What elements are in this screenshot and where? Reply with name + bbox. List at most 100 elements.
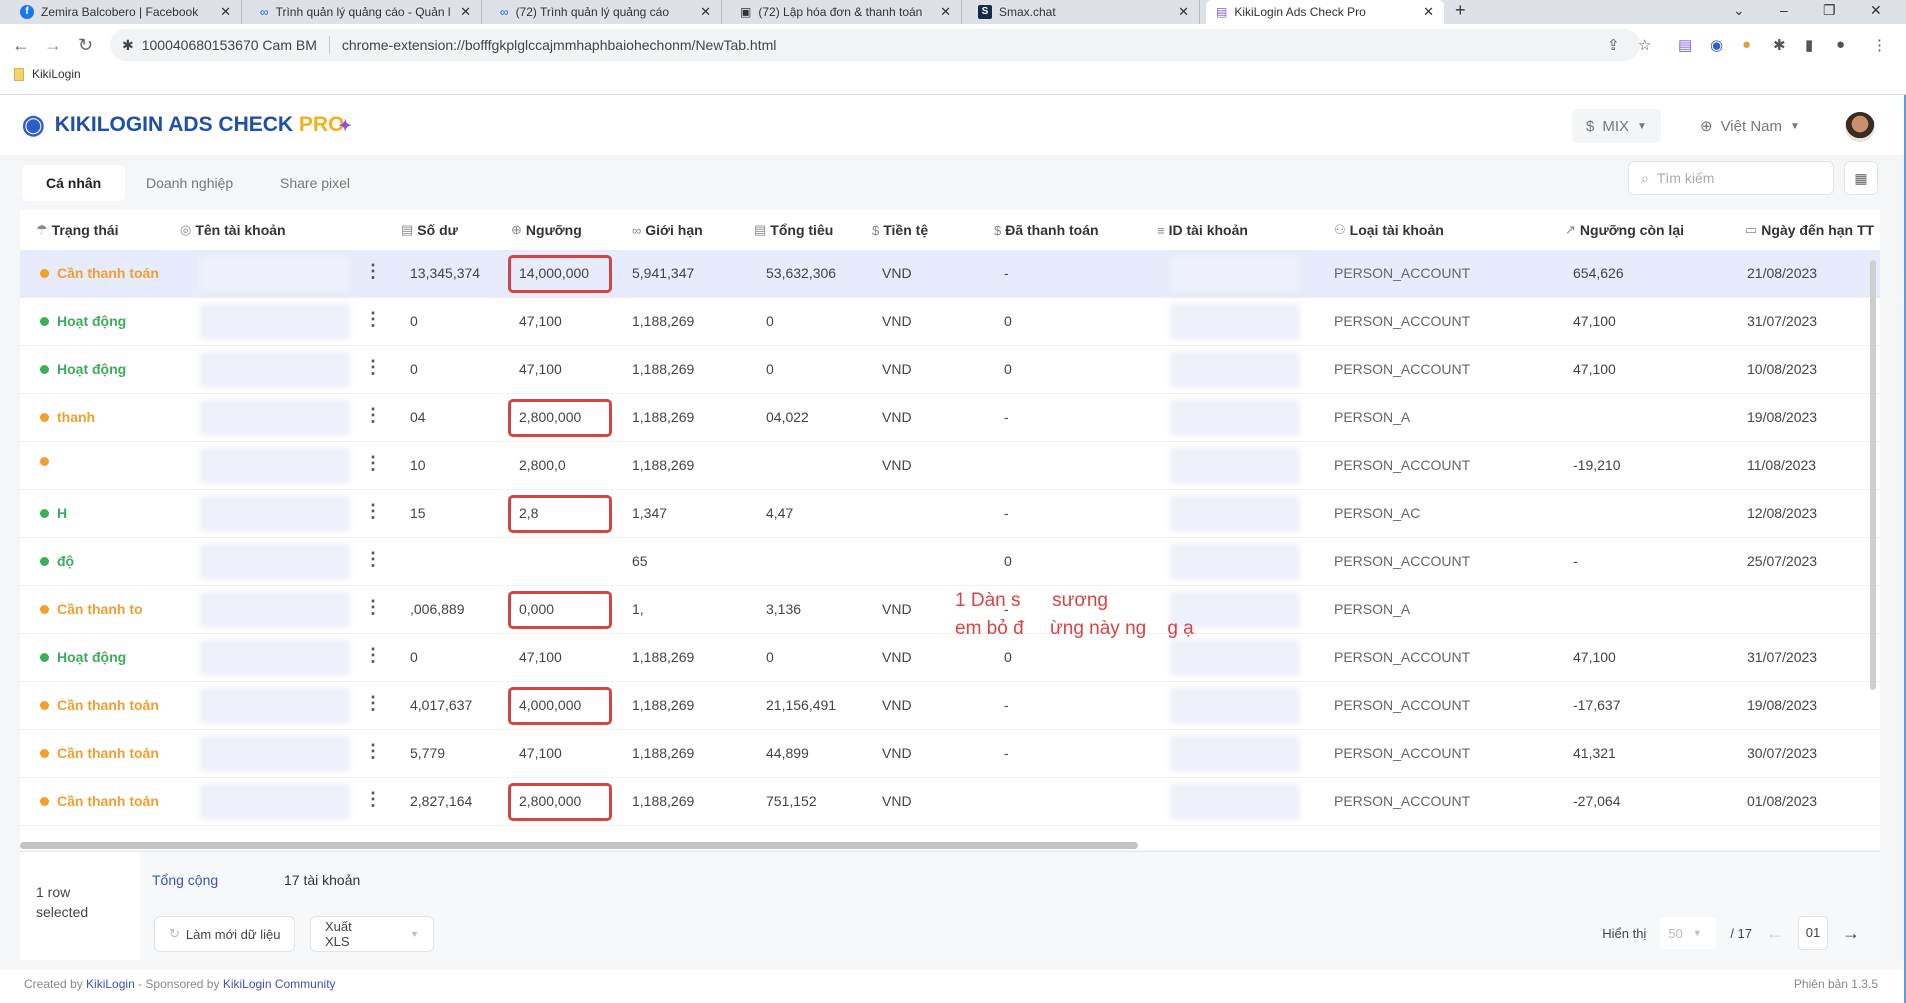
row-menu-icon[interactable]: ⋮ [364,597,382,618]
browser-tab-ads-manager-2[interactable]: ∞ (72) Trình quản lý quảng cáo ✕ [490,0,722,24]
cell-currency: VND [882,265,912,281]
kikilogin-community-link[interactable]: KikiLogin Community [223,977,336,991]
status-badge: độ [40,553,74,569]
next-page-icon[interactable]: → [1842,923,1860,944]
row-menu-icon[interactable]: ⋮ [364,261,382,282]
col-remaining[interactable]: ↗ Ngưỡng còn lại [1565,222,1684,238]
horizontal-scrollbar[interactable] [20,842,1138,849]
row-menu-icon[interactable]: ⋮ [364,453,382,474]
app-logo[interactable]: ◉ KIKILOGIN ADS CHECK PRO✦ [22,109,352,140]
share-icon[interactable]: ⇪ [1607,36,1620,54]
browser-tab-smax[interactable]: S Smax.chat ✕ [968,0,1200,24]
table-row[interactable]: Hoạt động ⋮ 0 47,100 1,188,269 0 VND 0 PERSON_A… [20,634,1880,682]
bunny-extension-icon[interactable]: ◉ [1710,36,1723,54]
forward-icon[interactable]: → [44,35,62,56]
tab-doanh-nghiep[interactable]: Doanh nghiệp [122,165,257,201]
avatar[interactable] [1845,112,1875,142]
tab-share-pixel[interactable]: Share pixel [256,165,374,201]
back-icon[interactable]: ← [12,35,30,56]
col-spent[interactable]: ▤ Tổng tiêu [754,222,833,238]
vertical-scrollbar[interactable] [1870,260,1876,690]
close-tab-icon[interactable]: ✕ [940,4,951,20]
mix-dropdown[interactable]: $ MIX ▼ [1572,109,1661,143]
table-row[interactable]: thanh ⋮ 04 2,800,000 1,188,269 04,022 VND - PER… [20,394,1880,442]
restore-button[interactable]: ❐ [1823,2,1836,19]
trend-icon: ↗ [1565,222,1576,237]
bookmark-kikilogin[interactable]: KikiLogin [14,67,81,81]
language-dropdown[interactable]: ⊕ Việt Nam ▼ [1700,109,1800,143]
close-tab-icon[interactable]: ✕ [460,4,471,20]
table-row[interactable]: Hoạt động ⋮ 0 47,100 1,188,269 0 VND 0 PERSON_A… [20,346,1880,394]
row-menu-icon[interactable]: ⋮ [364,645,382,666]
cell-spent: 751,152 [766,793,817,809]
cookie-extension-icon[interactable]: ● [1742,36,1751,53]
col-threshold[interactable]: ⊕ Ngưỡng [511,222,582,238]
menu-icon[interactable]: ⋮ [1872,36,1887,54]
row-menu-icon[interactable]: ⋮ [364,357,382,378]
table-row[interactable]: Cần thanh toán ⋮ 13,345,374 14,000,000 5,94… [20,250,1880,298]
close-tab-icon[interactable]: ✕ [1423,4,1434,20]
bookmark-star-icon[interactable]: ☆ [1638,36,1651,54]
col-paid[interactable]: $ Đã thanh toán [994,222,1099,238]
row-menu-icon[interactable]: ⋮ [364,741,382,762]
col-name[interactable]: ◎ Tên tài khoản [180,222,286,238]
browser-tab-facebook[interactable]: f Zemira Balcobero | Facebook ✕ [10,0,242,24]
row-menu-icon[interactable]: ⋮ [364,693,382,714]
export-xls-button[interactable]: Xuất XLS ▼ [310,916,434,952]
browser-tab-ads-manager[interactable]: ∞ Trình quản lý quảng cáo - Quản l ✕ [250,0,482,24]
calendar-button[interactable]: ▦ [1844,161,1878,195]
profile-icon[interactable]: ● [1836,36,1845,53]
cell-limit: 1,188,269 [632,649,695,665]
address-bar[interactable]: ✱ 100040680153670 Cam BM chrome-extensio… [110,29,1640,61]
url-text[interactable]: chrome-extension://bofffgkplglccajmmhaph… [342,37,777,53]
close-tab-icon[interactable]: ✕ [1178,4,1189,20]
cell-paid: 0 [1004,649,1012,665]
col-id[interactable]: ≡ ID tài khoản [1157,222,1248,238]
browser-tab-kikilogin[interactable]: ▤ KikiLogin Ads Check Pro ✕ [1206,0,1444,24]
table-row[interactable]: độ ⋮ 65 0 PERSON_ACCOUNT - 25/07/2023 [20,538,1880,586]
minimize-button[interactable]: – [1780,2,1788,18]
extensions-icon[interactable]: ✱ [1773,36,1786,54]
table-row[interactable]: Cần thanh toán ⋮ 4,017,637 4,000,000 1,188,… [20,682,1880,730]
col-limit[interactable]: ∞ Giới hạn [632,222,703,238]
table-row[interactable]: Cần thanh to ⋮ ,006,889 0,000 1, 3,136 VND - PE… [20,586,1880,634]
close-window-button[interactable]: ✕ [1870,2,1882,19]
page-input[interactable]: 01 [1798,916,1828,950]
receipt-icon: ▤ [754,222,767,237]
tab-search-icon[interactable]: ⌄ [1733,2,1745,19]
cell-type: PERSON_A [1334,601,1411,617]
table-row[interactable]: Hoạt động ⋮ 0 47,100 1,188,269 0 VND 0 PERSON_A… [20,298,1880,346]
cell-limit: 1,188,269 [632,457,695,473]
col-type[interactable]: ⚇ Loại tài khoản [1334,222,1444,238]
col-status[interactable]: ☂ Trạng thái [36,222,119,238]
table-row[interactable]: Cần thanh toán ⋮ 5,779 47,100 1,188,269 44,8… [20,730,1880,778]
side-panel-icon[interactable]: ▮ [1805,36,1813,54]
row-menu-icon[interactable]: ⋮ [364,501,382,522]
page-size-select[interactable]: 50 ▼ [1660,917,1717,949]
table-row[interactable]: H ⋮ 15 2,8 1,347 4,47 - PERSON_AC 12/08/2023 [20,490,1880,538]
status-badge: Cần thanh toán [40,745,159,761]
table-row[interactable]: Cần thanh toán ⋮ 2,827,164 2,800,000 1,188,… [20,778,1880,826]
row-menu-icon[interactable]: ⋮ [364,549,382,570]
kikilogin-link[interactable]: KikiLogin [86,977,135,991]
refresh-button[interactable]: ↻ Làm mới dữ liệu [154,916,296,952]
table-row[interactable]: ⋮ 10 2,800,0 1,188,269 VND PERSON_ACCOUNT -19,… [20,442,1880,490]
new-tab-button[interactable]: + [1455,0,1466,21]
list-icon: ≡ [1157,222,1165,238]
tab-ca-nhan[interactable]: Cá nhân [22,165,126,201]
search-input[interactable]: ⌕ Tìm kiếm [1628,161,1834,195]
row-menu-icon[interactable]: ⋮ [364,789,382,810]
col-due[interactable]: ▭ Ngày đến hạn TT [1745,222,1874,238]
row-menu-icon[interactable]: ⋮ [364,309,382,330]
prev-page-icon[interactable]: ← [1766,923,1784,944]
browser-tab-billing[interactable]: ▣ (72) Lập hóa đơn & thanh toán ✕ [730,0,962,24]
col-currency[interactable]: $ Tiền tệ [872,222,928,238]
close-tab-icon[interactable]: ✕ [700,4,711,20]
status-badge: Hoạt động [40,649,126,665]
kikilogin-extension-icon[interactable]: ▤ [1678,36,1692,54]
close-tab-icon[interactable]: ✕ [220,4,231,20]
col-balance[interactable]: ▤ Số dư [401,222,458,238]
row-menu-icon[interactable]: ⋮ [364,405,382,426]
cell-balance: 10 [410,457,426,473]
reload-icon[interactable]: ↻ [78,35,93,56]
